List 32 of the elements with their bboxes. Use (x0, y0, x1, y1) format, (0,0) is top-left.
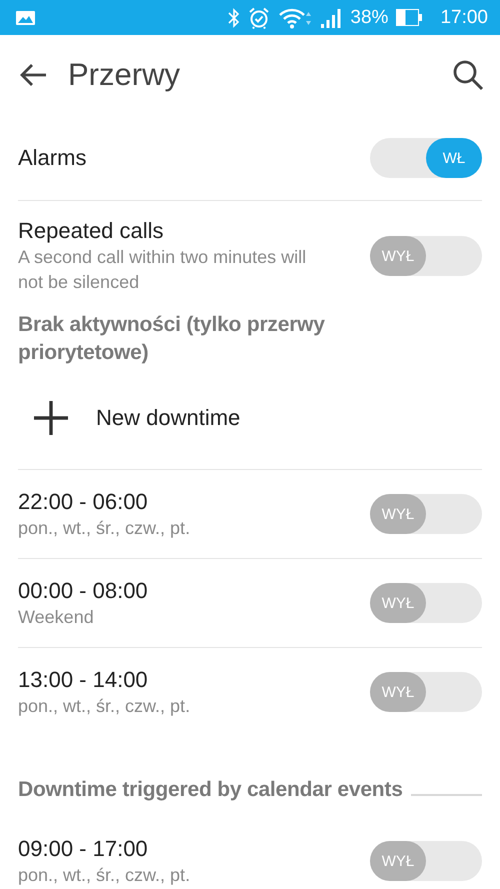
search-button[interactable] (452, 59, 484, 91)
toggle-switch[interactable]: WYŁ (370, 494, 482, 534)
setting-description: A second call within two minutes will not be silenced (18, 246, 308, 294)
image-icon (16, 10, 35, 24)
back-button[interactable] (18, 62, 48, 88)
battery-percent: 38% (350, 6, 388, 28)
battery-icon (396, 9, 422, 26)
plus-icon (34, 401, 68, 435)
toggle-switch[interactable]: WŁ (370, 138, 482, 178)
toggle-switch[interactable]: WYŁ (370, 583, 482, 623)
schedule-days: Weekend (18, 604, 328, 630)
section-header: Downtime triggered by calendar events (18, 777, 403, 803)
schedule-days: pon., wt., śr., czw., pt. (18, 862, 328, 888)
section-header: Brak aktywności (tylko przerwy priorytetowe) (18, 312, 326, 366)
new-downtime-button[interactable]: New downtime (18, 367, 482, 469)
schedule-time: 22:00 - 06:00 (18, 488, 149, 516)
schedule-time: 00:00 - 08:00 (18, 576, 149, 604)
wifi-icon (278, 6, 312, 28)
toggle-switch[interactable]: WYŁ (370, 841, 482, 881)
schedule-days: pon., wt., śr., czw., pt. (18, 694, 328, 718)
signal-icon (320, 6, 342, 28)
setting-title: Alarms (18, 144, 88, 172)
bluetooth-icon (228, 6, 240, 28)
schedule-time: 09:00 - 17:00 (18, 834, 149, 862)
clock-time: 17:00 (440, 6, 488, 28)
setting-title: Repeated calls (18, 217, 165, 245)
schedule-days: pon., wt., śr., czw., pt. (18, 516, 328, 540)
toggle-switch[interactable]: WYŁ (370, 672, 482, 712)
toggle-switch[interactable]: WYŁ (370, 236, 482, 276)
screen-title: Przerwy (68, 57, 181, 93)
alarm-clock-icon (248, 6, 270, 28)
schedule-time: 13:00 - 14:00 (18, 666, 149, 694)
